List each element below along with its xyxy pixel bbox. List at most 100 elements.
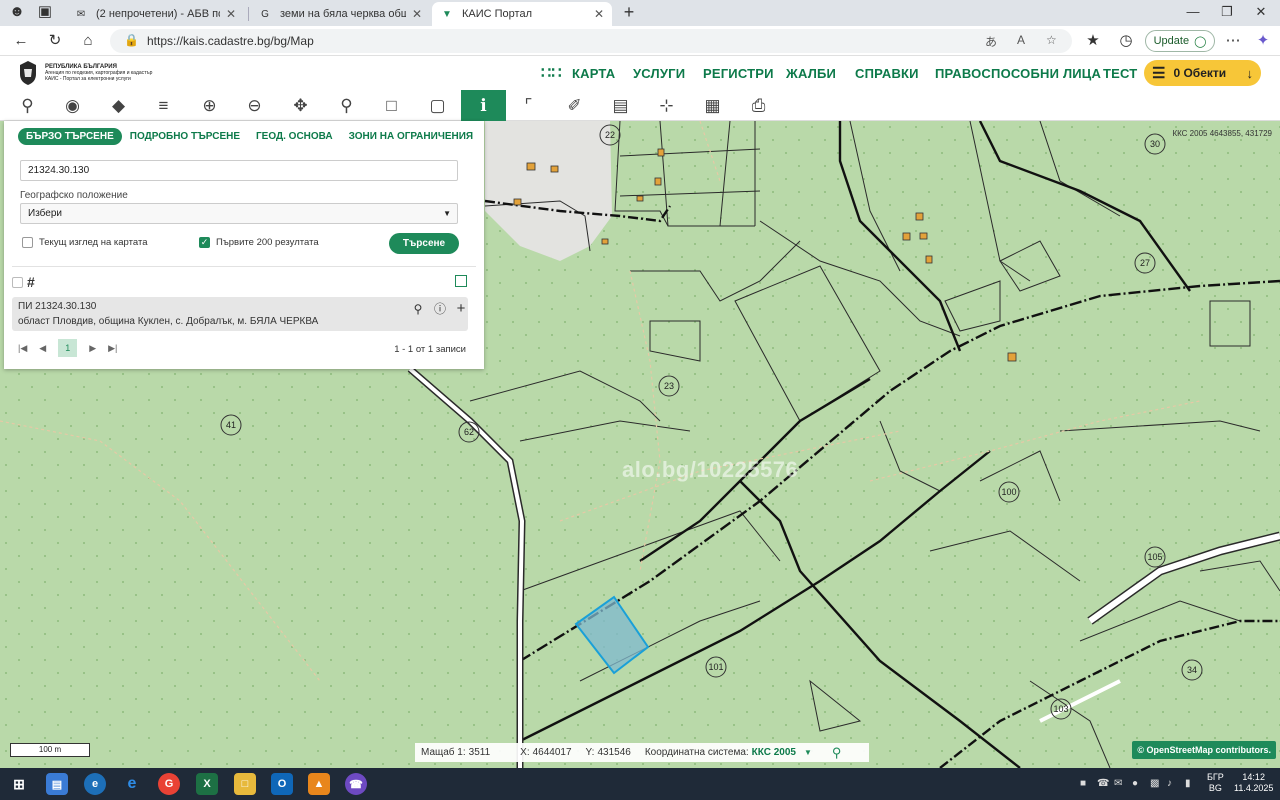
first-200-checkbox[interactable]: ✓ Първите 200 резултата bbox=[199, 237, 319, 248]
clock[interactable]: 14:12 11.4.2025 bbox=[1234, 772, 1273, 794]
reload-icon[interactable]: ↻ bbox=[44, 31, 66, 51]
layers-tree-icon[interactable]: ◉ bbox=[50, 90, 95, 121]
menu-references[interactable]: СПРАВКИ bbox=[855, 66, 919, 81]
tray-battery-icon[interactable]: ▮ bbox=[1185, 778, 1191, 789]
menu-registers[interactable]: РЕГИСТРИ bbox=[703, 66, 774, 81]
document-icon[interactable]: ▦ bbox=[690, 90, 735, 121]
layer-icon[interactable]: ◆ bbox=[96, 90, 141, 121]
new-tab-button[interactable]: + bbox=[618, 2, 640, 22]
menu-map[interactable]: КАРТА bbox=[572, 66, 615, 81]
minimize-icon[interactable]: — bbox=[1176, 4, 1210, 22]
apps-grid-icon[interactable]: ∷∷ bbox=[541, 63, 562, 83]
back-icon[interactable]: ← bbox=[10, 31, 32, 51]
zoom-to-result-icon[interactable]: ⚲ bbox=[410, 301, 426, 317]
checkbox-unchecked[interactable] bbox=[22, 237, 33, 248]
crs-select[interactable]: ККС 2005 bbox=[752, 747, 796, 758]
menu-licensed-persons[interactable]: ПРАВОСПОСОБНИ ЛИЦА bbox=[935, 66, 1101, 81]
edge-browser-icon[interactable]: e bbox=[84, 773, 106, 795]
tab-kais-portal[interactable]: ▼ КАИС Портал ✕ bbox=[432, 2, 612, 26]
menu-test[interactable]: ТЕСТ bbox=[1103, 66, 1137, 81]
search-button[interactable]: Търсене bbox=[389, 233, 459, 254]
url-field[interactable]: 🔒 https://kais.cadastre.bg/bg/Map あ A ☆ bbox=[110, 29, 1072, 53]
history-icon[interactable]: ◷ bbox=[1115, 31, 1137, 51]
tab-abv-mail[interactable]: ✉ (2 непрочетени) - АБВ поща ✕ bbox=[66, 2, 244, 26]
app-icon[interactable]: ▲ bbox=[308, 773, 330, 795]
tray-outlook-icon[interactable]: ✉ bbox=[1114, 778, 1122, 789]
tab-quick-search[interactable]: БЪРЗО ТЪРСЕНЕ bbox=[18, 127, 122, 145]
tab-restriction-zones[interactable]: ЗОНИ НА ОГРАНИЧЕНИЯ bbox=[341, 128, 481, 145]
current-view-checkbox[interactable]: Текущ изглед на картата bbox=[22, 237, 147, 248]
result-title[interactable]: ПИ 21324.30.130 bbox=[18, 301, 96, 312]
result-info-icon[interactable]: ⓘ bbox=[432, 301, 448, 317]
language-indicator[interactable]: БГР BG bbox=[1207, 772, 1224, 794]
home-icon[interactable]: ⌂ bbox=[77, 31, 99, 51]
crs-dropdown-icon[interactable]: ▼ bbox=[804, 748, 812, 757]
windows-start-icon[interactable]: ⊞ bbox=[8, 773, 30, 795]
draw-icon[interactable]: ✐ bbox=[552, 90, 597, 121]
profile-icon[interactable]: ☻ bbox=[6, 2, 28, 22]
scale-value[interactable]: 3511 bbox=[469, 747, 491, 758]
checkmark-icon[interactable]: ✓ bbox=[199, 237, 210, 248]
result-item[interactable]: ПИ 21324.30.130 област Пловдив, община К… bbox=[12, 297, 468, 331]
grid-icon[interactable]: # bbox=[27, 274, 35, 290]
file-explorer-widget-icon[interactable]: ▤ bbox=[46, 773, 68, 795]
search-input[interactable]: 21324.30.130 bbox=[20, 160, 458, 181]
internet-explorer-icon[interactable]: e bbox=[121, 773, 143, 795]
measure-icon[interactable]: ⌜ bbox=[506, 90, 551, 121]
close-icon[interactable]: ✕ bbox=[226, 7, 236, 21]
select-all-checkbox[interactable] bbox=[12, 277, 23, 288]
coordinates-icon[interactable]: ⊹ bbox=[644, 90, 689, 121]
favorite-star-icon[interactable]: ☆ bbox=[1046, 33, 1057, 47]
expand-icon[interactable] bbox=[455, 275, 467, 287]
geo-position-select[interactable]: Избери ▼ bbox=[20, 203, 458, 224]
select-area-icon[interactable]: □ bbox=[369, 90, 414, 121]
url-text[interactable]: https://kais.cadastre.bg/bg/Map bbox=[147, 34, 314, 48]
menu-services[interactable]: УСЛУГИ bbox=[633, 66, 685, 81]
first-page-icon[interactable]: |◀ bbox=[18, 343, 27, 354]
current-page[interactable]: 1 bbox=[58, 339, 78, 357]
folder-icon[interactable]: □ bbox=[234, 773, 256, 795]
outlook-icon[interactable]: O bbox=[271, 773, 293, 795]
print-icon[interactable]: ⎙ bbox=[736, 90, 781, 121]
add-to-cart-icon[interactable]: + bbox=[453, 301, 469, 317]
tab-google-search[interactable]: G земи на бяла черква община ку ✕ bbox=[250, 2, 430, 26]
tray-volume-icon[interactable]: ♪ bbox=[1167, 778, 1172, 789]
coordinate-search-icon[interactable]: ⚲ bbox=[832, 745, 842, 761]
viber-icon[interactable]: ☎ bbox=[345, 773, 367, 795]
maximize-icon[interactable]: ❐ bbox=[1210, 4, 1244, 22]
update-button[interactable]: Update ◯ bbox=[1145, 30, 1215, 52]
next-page-icon[interactable]: ▶ bbox=[89, 343, 96, 354]
copilot-icon[interactable]: ✦ bbox=[1252, 31, 1274, 51]
tray-network-icon[interactable]: ▩ bbox=[1150, 778, 1159, 789]
window-close-icon[interactable]: ✕ bbox=[1244, 4, 1278, 22]
tray-apps-icon[interactable]: ■ bbox=[1080, 778, 1086, 789]
map-icon[interactable]: ▤ bbox=[598, 90, 643, 121]
close-icon[interactable]: ✕ bbox=[594, 7, 604, 21]
pan-icon[interactable]: ✥ bbox=[278, 90, 323, 121]
tray-messenger-icon[interactable]: ● bbox=[1132, 778, 1138, 789]
select-rect-icon[interactable]: ▢ bbox=[415, 90, 460, 121]
chrome-icon[interactable]: G bbox=[158, 773, 180, 795]
objects-cart-button[interactable]: ☰ 0 Обекти ↓ bbox=[1144, 60, 1261, 86]
read-aloud-icon[interactable]: A bbox=[1017, 33, 1025, 47]
location-pin-icon[interactable]: ⚲ bbox=[324, 90, 369, 121]
last-page-icon[interactable]: ▶| bbox=[108, 343, 117, 354]
info-icon[interactable]: ℹ bbox=[461, 90, 506, 121]
zoom-out-icon[interactable]: ⊖ bbox=[232, 90, 277, 121]
prev-page-icon[interactable]: ◀ bbox=[39, 343, 46, 354]
osm-attribution[interactable]: © OpenStreetMap contributors. bbox=[1132, 741, 1276, 759]
tab-actions-icon[interactable]: ▣ bbox=[34, 2, 56, 22]
close-icon[interactable]: ✕ bbox=[412, 7, 422, 21]
zoom-in-icon[interactable]: ⊕ bbox=[187, 90, 232, 121]
more-menu-icon[interactable]: ⋯ bbox=[1222, 31, 1244, 51]
tab-detailed-search[interactable]: ПОДРОБНО ТЪРСЕНЕ bbox=[122, 128, 248, 145]
translate-icon[interactable]: あ bbox=[985, 33, 997, 50]
site-logo[interactable]: РЕПУБЛИКА БЪЛГАРИЯ Агенция по геодезия, … bbox=[16, 59, 176, 87]
search-tool-icon[interactable]: ⚲ bbox=[5, 90, 50, 121]
menu-complaints[interactable]: ЖАЛБИ bbox=[786, 66, 836, 81]
tab-geodetic-base[interactable]: ГЕОД. ОСНОВА bbox=[248, 128, 341, 145]
layers-stack-icon[interactable]: ≡ bbox=[141, 90, 186, 121]
excel-icon[interactable]: X bbox=[196, 773, 218, 795]
tray-viber-icon[interactable]: ☎ bbox=[1097, 778, 1109, 789]
lock-icon[interactable]: 🔒 bbox=[124, 33, 139, 47]
